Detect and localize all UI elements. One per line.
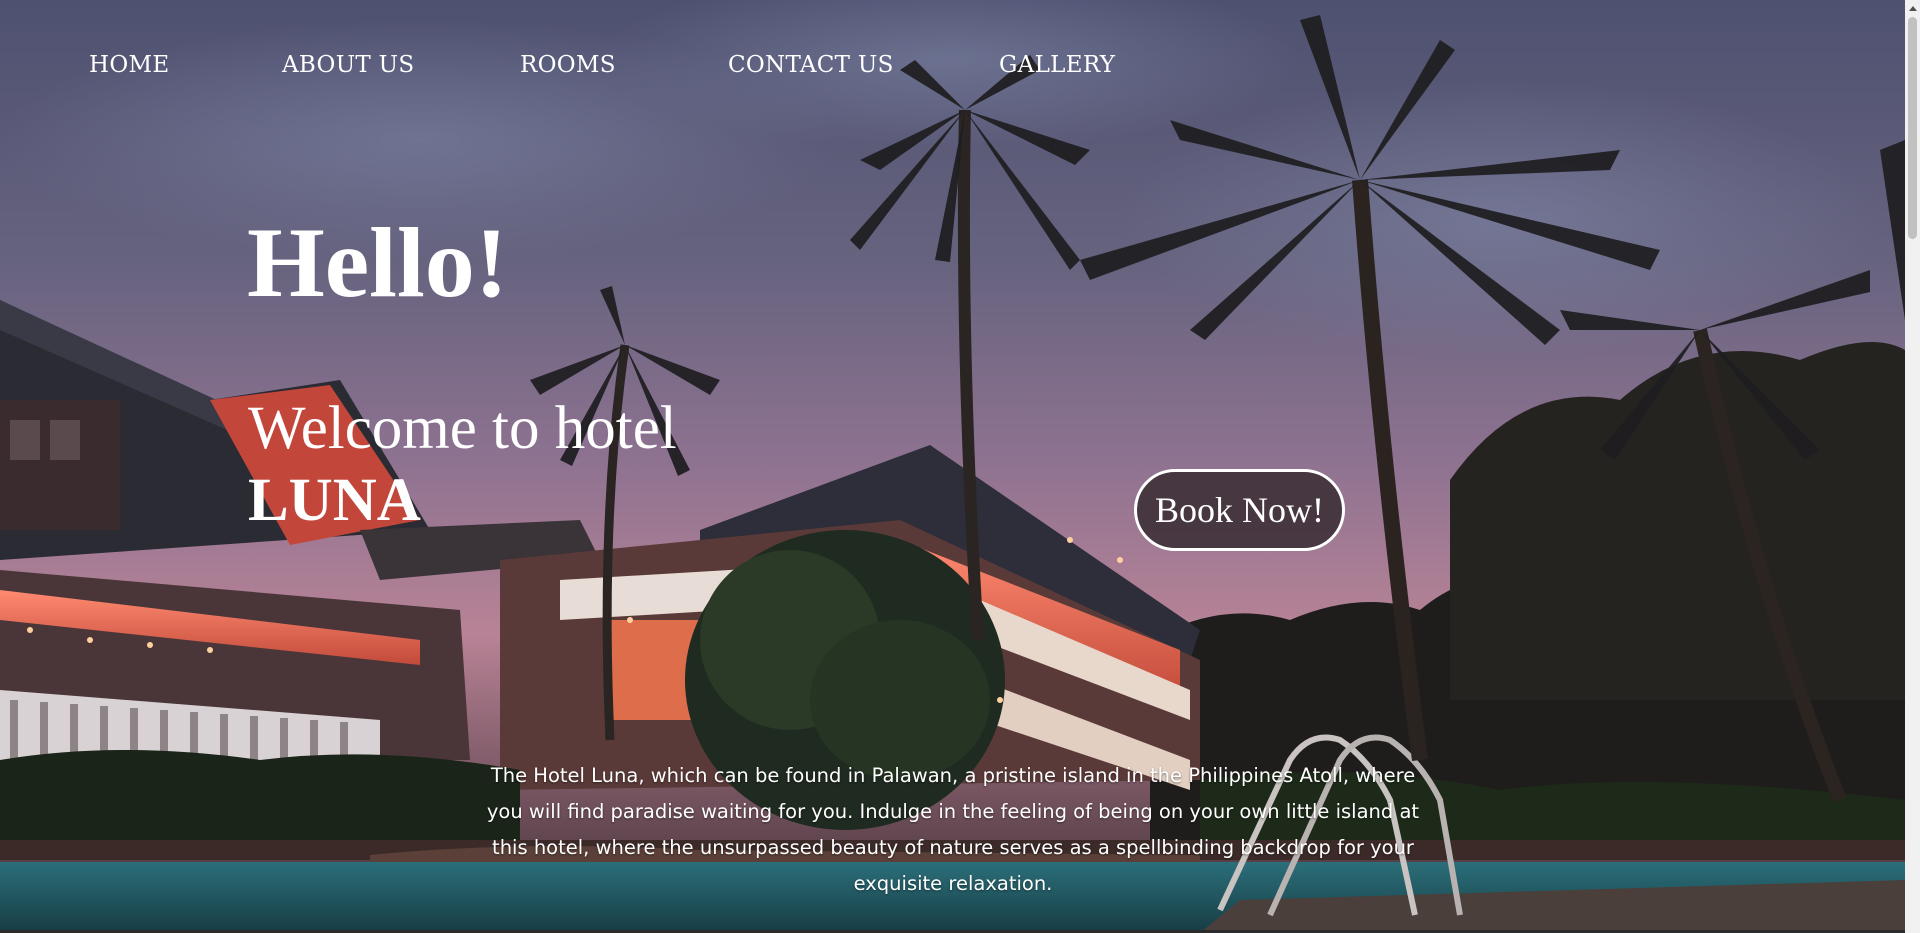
scroll-up-arrow-icon[interactable] xyxy=(1905,0,1920,17)
hotel-description: The Hotel Luna, which can be found in Pa… xyxy=(486,764,1420,895)
page-viewport: Home About Us Rooms Contact Us Gallery H… xyxy=(0,0,1905,933)
nav-link-rooms[interactable]: Rooms xyxy=(520,52,616,78)
main-navigation: Home About Us Rooms Contact Us Gallery xyxy=(0,52,1200,92)
nav-link-home[interactable]: Home xyxy=(89,52,169,78)
book-now-button[interactable]: Book Now! xyxy=(1134,469,1345,551)
hero-greeting: Hello! xyxy=(247,207,509,318)
hero-hotel-name: LUNA xyxy=(248,467,421,534)
nav-link-about-us[interactable]: About Us xyxy=(282,52,414,78)
hero-welcome-text: Welcome to hotel xyxy=(248,395,677,462)
scrollbar-thumb[interactable] xyxy=(1908,17,1917,239)
vertical-scrollbar[interactable] xyxy=(1905,0,1920,933)
nav-link-contact-us[interactable]: Contact Us xyxy=(728,52,894,78)
nav-link-gallery[interactable]: Gallery xyxy=(999,52,1115,78)
